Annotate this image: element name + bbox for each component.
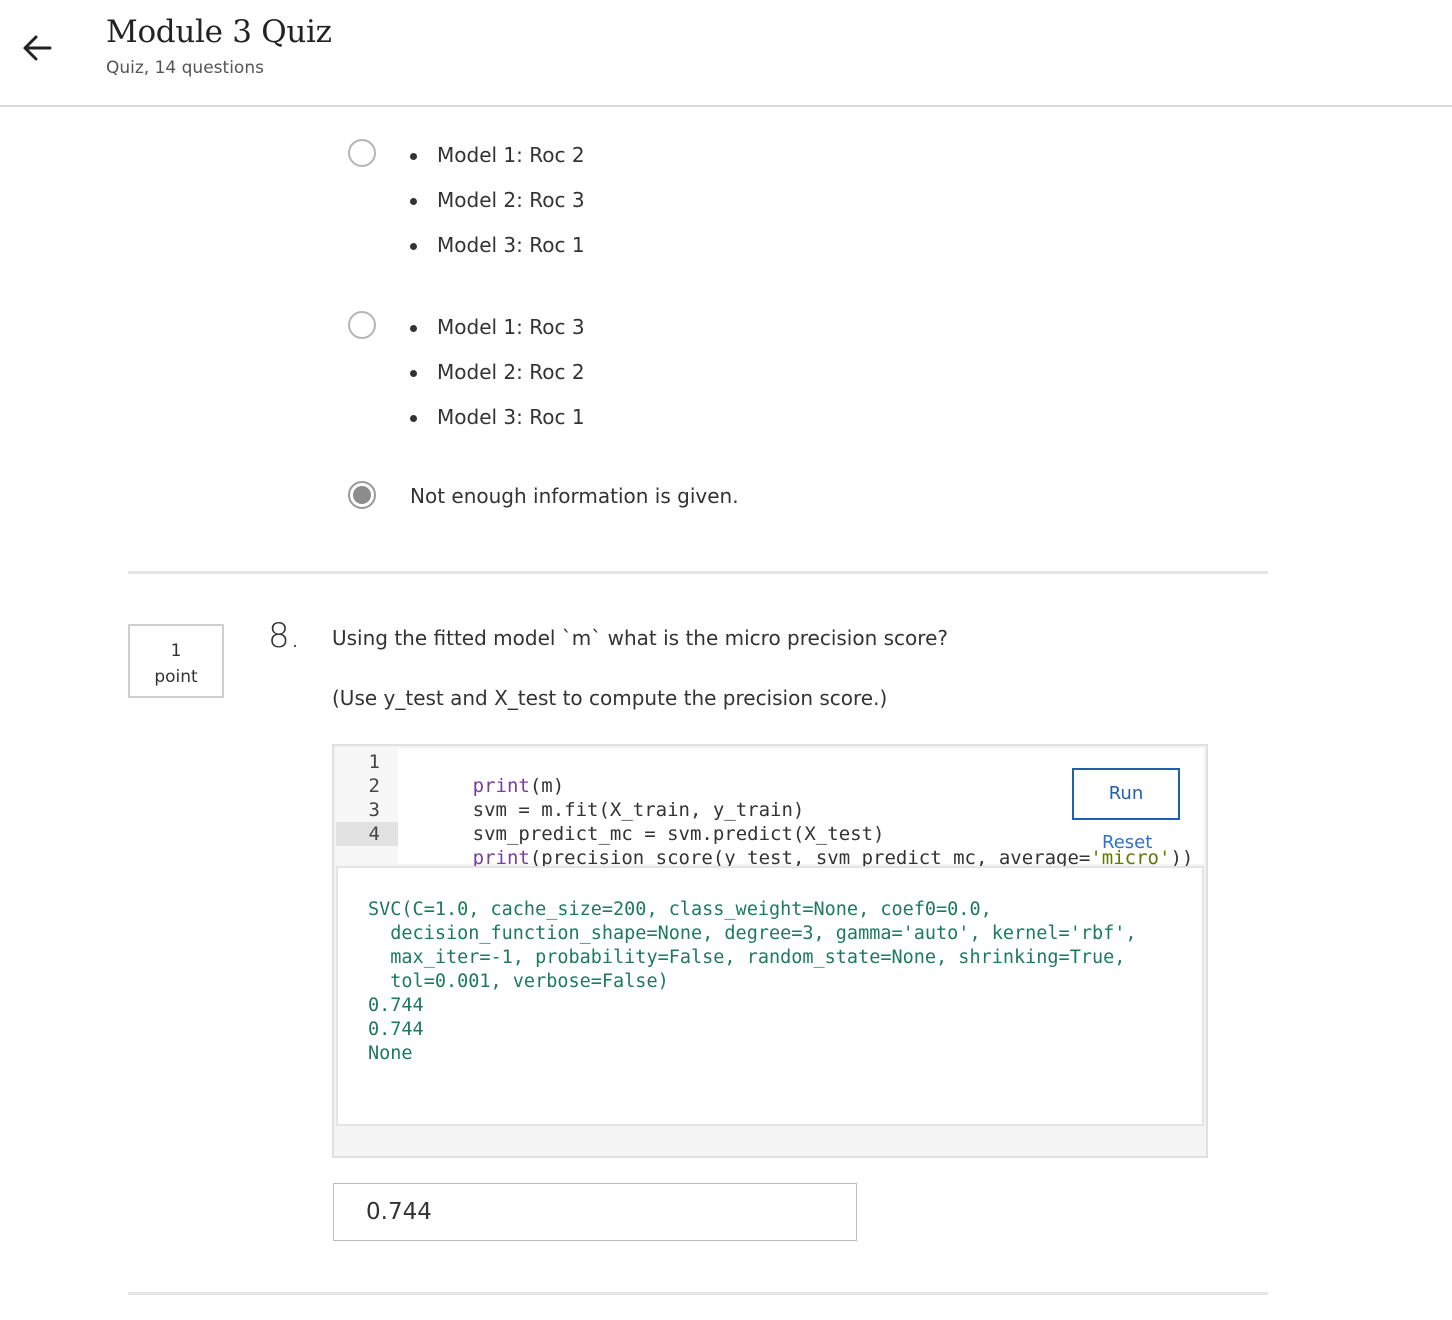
option-1-list: Model 1: Roc 2 Model 2: Roc 3 Model 3: R… — [410, 143, 585, 278]
code-line[interactable]: svm = m.fit(X_train, y_train) — [404, 774, 805, 821]
code-line[interactable]: svm_predict_mc = svm.predict(X_test) — [404, 798, 885, 845]
page-subtitle: Quiz, 14 questions — [106, 58, 264, 78]
question-note: (Use y_test and X_test to compute the pr… — [332, 686, 888, 710]
option-radio-3-selected[interactable] — [348, 481, 376, 509]
line-number: 2 — [368, 775, 380, 797]
run-button[interactable]: Run — [1072, 768, 1180, 820]
option-2-item: Model 1: Roc 3 — [410, 315, 585, 360]
question-text: Using the fitted model `m` what is the m… — [332, 626, 948, 650]
option-radio-1[interactable] — [348, 139, 376, 167]
option-1-item: Model 3: Roc 1 — [410, 233, 585, 278]
divider — [128, 571, 1268, 574]
answer-input[interactable]: 0.744 — [333, 1183, 857, 1241]
option-2-list: Model 1: Roc 3 Model 2: Roc 2 Model 3: R… — [410, 315, 585, 450]
output-line: decision_function_shape=None, degree=3, … — [368, 923, 1137, 944]
line-number: 1 — [368, 751, 380, 773]
output-line: None — [368, 1043, 413, 1064]
output-line: 0.744 — [368, 1019, 424, 1040]
option-3-label: Not enough information is given. — [410, 484, 739, 508]
option-2-item: Model 2: Roc 2 — [410, 360, 585, 405]
output-line: 0.744 — [368, 995, 424, 1016]
code-output: SVC(C=1.0, cache_size=200, class_weight=… — [336, 866, 1204, 1126]
back-button[interactable] — [20, 30, 56, 66]
code-editor[interactable]: 1 2 3 4 print(m) svm = m.fit(X_train, y_… — [336, 748, 1204, 869]
code-line[interactable]: print(precision_score(y_test, svm_predic… — [404, 822, 1194, 869]
points-label: point — [154, 667, 198, 687]
arrow-left-icon — [23, 35, 52, 61]
output-line: tol=0.001, verbose=False) — [368, 971, 669, 992]
points-value: 1 — [170, 641, 182, 661]
page-title: Module 3 Quiz — [106, 14, 332, 50]
quiz-header: Module 3 Quiz Quiz, 14 questions — [0, 0, 1452, 107]
output-line: SVC(C=1.0, cache_size=200, class_weight=… — [368, 899, 992, 920]
question-number: 8. — [268, 616, 301, 656]
divider — [128, 1292, 1268, 1295]
reset-link[interactable]: Reset — [1102, 832, 1152, 853]
code-line[interactable]: print(m) — [404, 750, 565, 797]
option-1-item: Model 2: Roc 3 — [410, 188, 585, 233]
line-number-active: 4 — [336, 822, 398, 846]
output-line: max_iter=-1, probability=False, random_s… — [368, 947, 1126, 968]
option-1-item: Model 1: Roc 2 — [410, 143, 585, 188]
option-2-item: Model 3: Roc 1 — [410, 405, 585, 450]
code-widget: 1 2 3 4 print(m) svm = m.fit(X_train, y_… — [332, 744, 1208, 1158]
line-number: 3 — [368, 799, 380, 821]
option-radio-2[interactable] — [348, 311, 376, 339]
points-badge: 1 point — [128, 624, 224, 698]
